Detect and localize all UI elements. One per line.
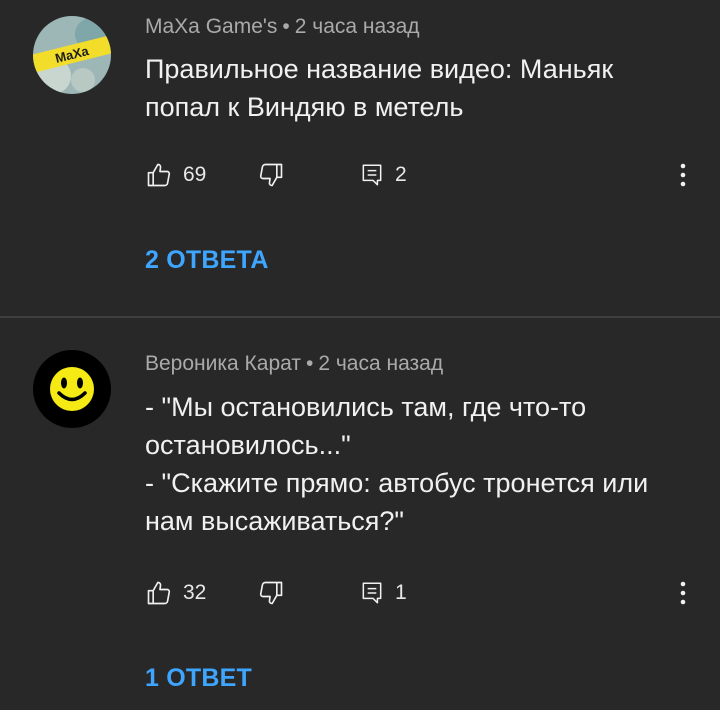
like-count: 69 <box>183 163 207 186</box>
thumb-up-icon <box>147 581 171 605</box>
thumb-up-icon <box>147 163 171 187</box>
smiley-avatar-image <box>33 350 111 428</box>
comment-text: Правильное название видео: Маньяк попал … <box>145 50 685 126</box>
reply-button[interactable]: 1 <box>359 578 407 608</box>
more-vert-icon <box>680 163 686 187</box>
comment-meta: Вероника Карат • 2 часа назад <box>145 352 443 376</box>
comment-text: - "Мы остановились там, где что-то остан… <box>145 388 685 540</box>
reply-button[interactable]: 2 <box>359 160 407 190</box>
comment-item: Вероника Карат • 2 часа назад - "Мы остано… <box>0 318 720 710</box>
avatar-image: MaXa <box>33 16 111 94</box>
dislike-button[interactable] <box>257 578 285 608</box>
comment-icon <box>362 164 382 186</box>
thumb-down-icon <box>259 581 283 605</box>
comment-time[interactable]: 2 часа назад <box>295 15 420 38</box>
like-count: 32 <box>183 581 207 604</box>
comment-text-line: Правильное название видео: Маньяк <box>145 54 614 84</box>
comment-item: MaXa MaXa Game's • 2 часа назад Правильное… <box>0 0 720 316</box>
comment-actions: 69 2 <box>145 160 705 190</box>
comment-text-line: - "Мы остановились там, где что-то <box>145 392 587 422</box>
view-replies-link[interactable]: 2 ОТВЕТА <box>145 246 269 275</box>
comment-text-line: нам высаживаться?" <box>145 506 405 536</box>
meta-separator: • <box>282 15 290 38</box>
view-replies-link[interactable]: 1 ОТВЕТ <box>145 664 252 693</box>
comment-text-line: остановилось..." <box>145 430 351 460</box>
like-button[interactable]: 69 <box>145 160 206 190</box>
meta-separator: • <box>305 352 314 375</box>
more-options-button[interactable] <box>673 578 693 608</box>
author-name[interactable]: Вероника Карат <box>145 352 301 375</box>
avatar[interactable]: MaXa <box>33 16 111 94</box>
thumb-down-icon <box>259 163 283 187</box>
author-name[interactable]: MaXa Game's <box>145 15 277 38</box>
comment-time[interactable]: 2 часа назад <box>318 352 443 375</box>
avatar[interactable] <box>33 350 111 428</box>
more-vert-icon <box>680 581 686 605</box>
comment-actions: 32 1 <box>145 578 705 608</box>
more-options-button[interactable] <box>673 160 693 190</box>
comment-text-line: попал к Виндяю в метель <box>145 92 464 122</box>
reply-count: 2 <box>395 163 407 186</box>
comment-meta: MaXa Game's • 2 часа назад <box>145 15 420 39</box>
reply-count: 1 <box>395 581 407 604</box>
dislike-button[interactable] <box>257 160 285 190</box>
comment-icon <box>362 582 382 604</box>
comment-text-line: - "Скажите прямо: автобус тронется или <box>145 468 649 498</box>
like-button[interactable]: 32 <box>145 578 206 608</box>
